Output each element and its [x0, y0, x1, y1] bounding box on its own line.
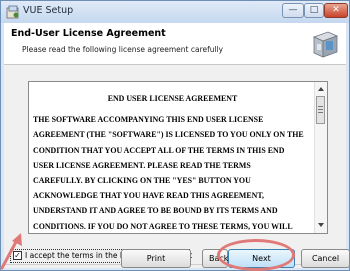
grip-line: [318, 109, 323, 110]
page-subtitle: Please read the following license agreem…: [22, 45, 224, 54]
pointer-arrow-icon: [0, 233, 22, 270]
license-text-box[interactable]: END USER LICENSE AGREEMENT THE SOFTWARE …: [28, 81, 328, 234]
scroll-up-arrow-icon[interactable]: [318, 87, 324, 91]
license-line: THE SOFTWARE ACCOMPANYING THIS END USER …: [33, 115, 264, 125]
license-line: AGREEMENT (THE "SOFTWARE") IS LICENSED T…: [33, 130, 304, 140]
minimize-button[interactable]: —: [282, 3, 304, 18]
license-line: CONDITION THAT YOU ACCEPT ALL OF THE TER…: [33, 145, 285, 155]
license-line: USER LICENSE AGREEMENT. PLEASE READ THE …: [33, 160, 251, 170]
install-box-icon: [312, 31, 339, 58]
window-title: VUE Setup: [23, 5, 74, 16]
license-line: CONDITIONS. IF YOU DO NOT AGREE TO THESE…: [33, 221, 293, 231]
print-button[interactable]: Print: [121, 249, 191, 268]
setup-app-icon: [6, 5, 19, 19]
dialog-header: End-User License Agreement Please read t…: [4, 23, 346, 65]
maximize-button[interactable]: □: [304, 3, 324, 18]
license-text: END USER LICENSE AGREEMENT THE SOFTWARE …: [29, 82, 315, 233]
dialog-body: End-User License Agreement Please read t…: [4, 23, 346, 268]
close-button[interactable]: ✕: [324, 3, 348, 18]
grip-line: [318, 112, 323, 113]
vertical-scrollbar[interactable]: [314, 82, 327, 233]
license-body: THE SOFTWARE ACCOMPANYING THIS END USER …: [33, 112, 312, 233]
scroll-down-arrow-icon[interactable]: [318, 223, 324, 227]
license-line: UNDERSTAND IT AND AGREE TO BE BOUND BY I…: [33, 206, 278, 216]
license-heading: END USER LICENSE AGREEMENT: [107, 94, 238, 103]
page-title: End-User License Agreement: [11, 28, 166, 39]
license-line: CAREFULLY. BY CLICKING ON THE "YES" BUTT…: [33, 176, 251, 186]
cancel-button[interactable]: Cancel: [301, 249, 350, 268]
license-line: ACKNOWLEDGE THAT YOU HAVE READ THIS AGRE…: [33, 191, 264, 201]
next-button-highlight-circle: [217, 239, 295, 271]
grip-line: [318, 106, 323, 107]
scrollbar-thumb[interactable]: [316, 96, 325, 124]
setup-window: VUE Setup — □ ✕ End-User License Agreeme…: [0, 0, 350, 271]
title-bar[interactable]: VUE Setup — □ ✕: [1, 1, 349, 23]
